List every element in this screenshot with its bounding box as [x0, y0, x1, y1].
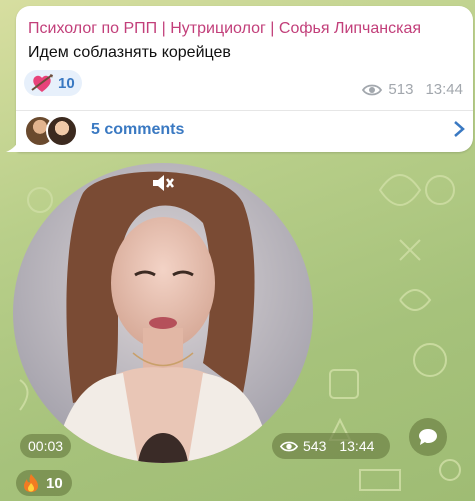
reaction-chip[interactable]: 10 [24, 70, 82, 96]
post-time: 13:44 [425, 81, 463, 98]
video-reaction-chip[interactable]: 10 [16, 470, 72, 496]
comment-button[interactable] [409, 418, 447, 456]
heart-arrow-icon [31, 74, 53, 92]
muted-speaker-icon[interactable] [151, 173, 175, 193]
video-views-count: 543 [303, 438, 327, 454]
video-reaction-count: 10 [46, 474, 63, 492]
chevron-right-icon[interactable] [453, 120, 465, 138]
channel-name[interactable]: Психолог по РПП | Нутрициолог | Софья Ли… [28, 20, 421, 38]
reaction-count: 10 [58, 74, 75, 92]
fire-icon [24, 474, 38, 492]
duration-text: 00:03 [28, 438, 64, 454]
post-meta: 513 13:44 [362, 81, 463, 98]
video-message[interactable] [13, 163, 313, 463]
channel-post-bubble: Психолог по РПП | Нутрициолог | Софья Ли… [16, 6, 473, 152]
views-count: 513 [388, 81, 414, 98]
avatar [46, 115, 78, 147]
video-frame [13, 163, 313, 463]
video-meta: 543 13:44 [272, 433, 390, 459]
message-text: Идем соблазнять корейцев [28, 44, 231, 61]
views-eye-icon [280, 441, 298, 451]
views-eye-icon [362, 84, 383, 95]
video-time: 13:44 [339, 438, 375, 454]
bubble-tail [6, 138, 20, 152]
video-duration: 00:03 [20, 434, 72, 458]
comments-link[interactable]: 5 comments [91, 121, 184, 139]
divider [16, 110, 473, 111]
commenter-avatars[interactable] [24, 115, 78, 147]
comment-bubble-icon [419, 429, 437, 445]
